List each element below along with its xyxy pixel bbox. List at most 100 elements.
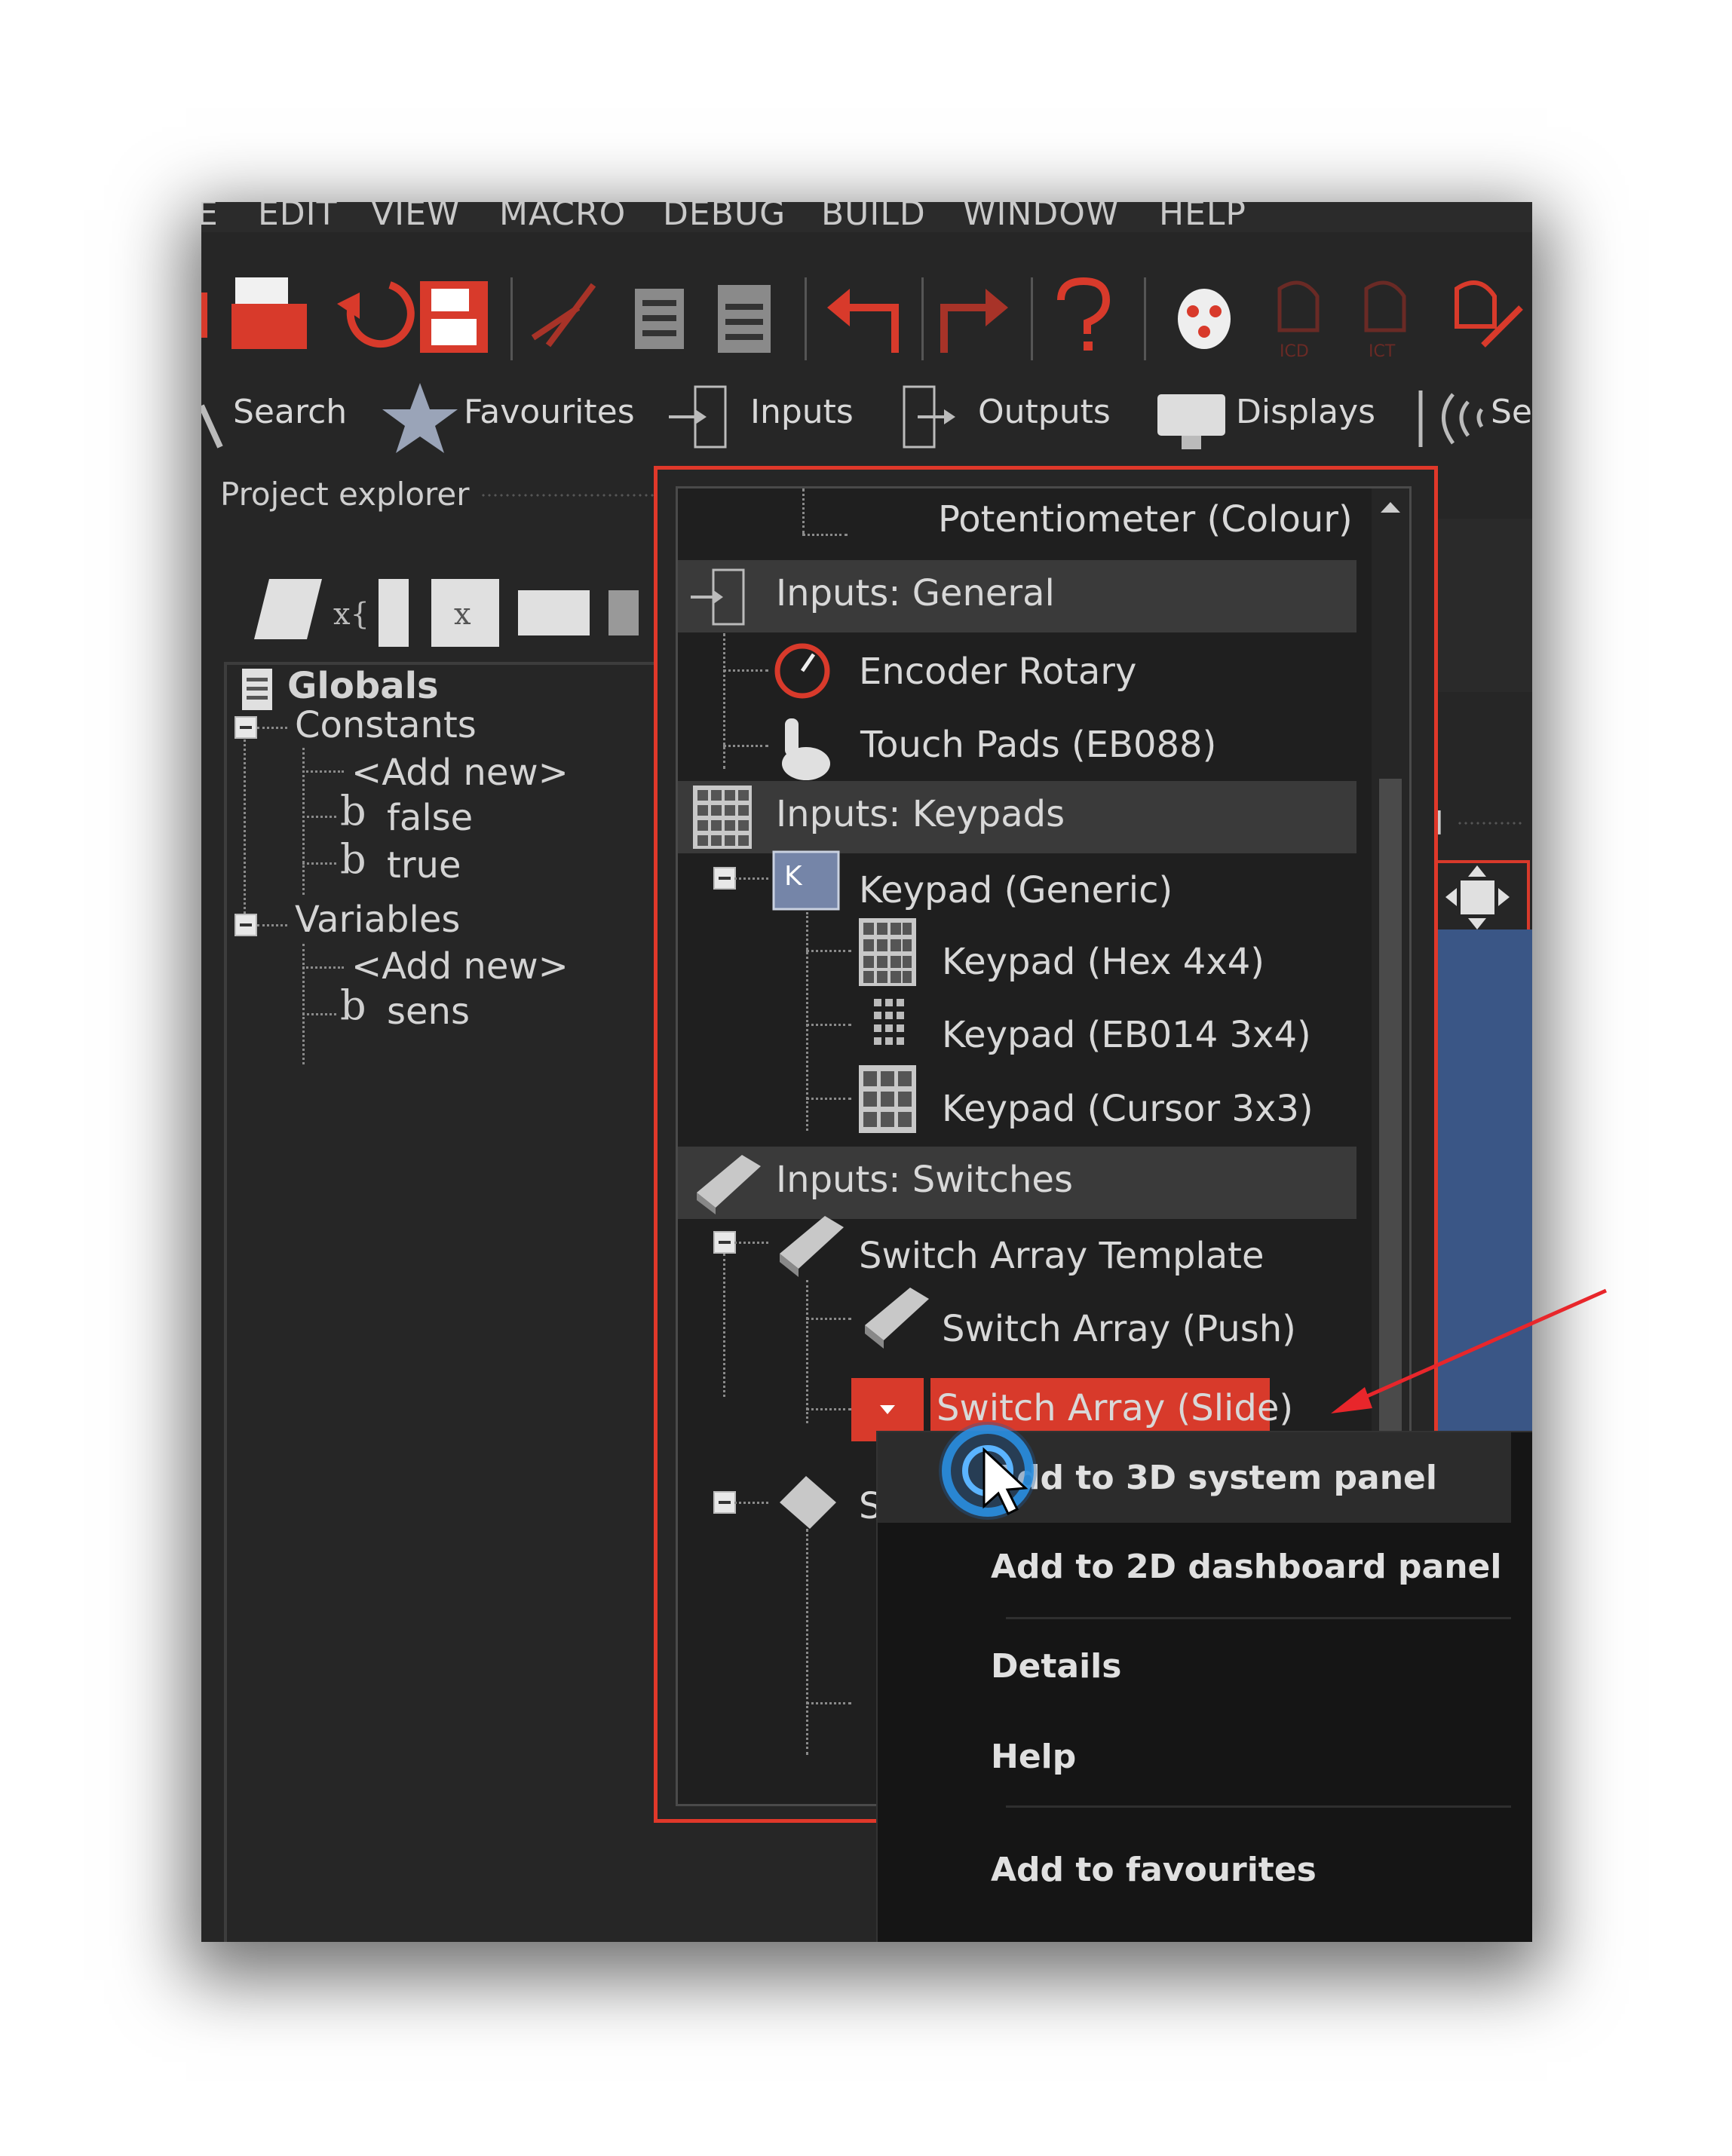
keypad-generic-icon: K [772,850,840,911]
item-touch-pads[interactable]: Touch Pads (EB088) [860,724,1216,766]
menu-bar: E EDIT VIEW MACRO DEBUG BUILD WINDOW HEL… [201,202,1532,233]
project-explorer-toolbar: x{ x [254,579,639,647]
scroll-up-icon[interactable] [1372,488,1409,526]
tab-outputs[interactable]: Outputs [978,393,1111,431]
menu-window[interactable]: WINDOW [963,202,1119,233]
bug-icon[interactable] [1178,289,1231,349]
tree-variables-add-new[interactable]: <Add new> [351,945,569,988]
tab-search[interactable]: Search [233,393,347,431]
category-inputs-switches[interactable]: Inputs: Switches [678,1147,1356,1219]
favourites-star-icon[interactable] [382,383,458,453]
displays-icon[interactable] [1157,394,1225,449]
item-keypad-hex[interactable]: Keypad (Hex 4x4) [942,941,1265,983]
component-icon[interactable] [518,590,590,635]
keypad-generic-collapse-button[interactable] [713,867,736,890]
tab-inputs[interactable]: Inputs [750,393,854,431]
switch-template-collapse-button[interactable] [713,1231,736,1254]
context-item-label: Add to favourites [991,1851,1317,1889]
category-label: Inputs: General [776,572,1055,614]
context-item-label: Details [991,1647,1122,1686]
svg-text:x{: x{ [333,597,369,632]
paste-icon[interactable] [718,285,771,353]
context-item-details[interactable]: Details [878,1632,1511,1707]
constants-collapse-button[interactable] [235,716,257,739]
context-item-help[interactable]: Help [878,1723,1511,1798]
tab-displays[interactable]: Displays [1236,393,1375,431]
menu-debug[interactable]: DEBUG [663,202,786,233]
move-view-button[interactable] [1430,858,1532,941]
flowchart-icon[interactable] [254,579,322,639]
search-icon[interactable] [201,404,223,449]
click-indicator [939,1422,1037,1520]
refresh-icon[interactable] [337,281,415,348]
encoder-rotary-icon [774,643,830,699]
svg-text:ICT: ICT [1369,342,1396,361]
tree-const-true[interactable]: true [387,844,461,887]
item-keypad-generic[interactable]: Keypad (Generic) [859,869,1173,911]
scroll-thumb[interactable] [1379,779,1402,1442]
menu-help[interactable]: HELP [1159,202,1246,233]
category-inputs-general[interactable]: Inputs: General [678,560,1356,632]
inputs-category-icon [691,568,745,626]
switch-push-icon [865,1288,929,1349]
tab-favourites[interactable]: Favourites [464,393,635,431]
print-icon[interactable] [231,277,307,349]
item-potentiometer-colour[interactable]: Potentiometer (Colour) [938,498,1353,541]
variables-icon[interactable]: x{ [333,579,409,647]
tree-const-false[interactable]: false [387,797,473,839]
help-icon[interactable] [1057,277,1111,351]
menu-edit[interactable]: EDIT [258,202,338,233]
menu-file[interactable]: E [201,202,219,233]
globals-icon [242,669,272,710]
next-group-collapse-button[interactable] [713,1491,736,1514]
icd-icon[interactable]: ICD [1277,280,1320,361]
keypads-category-icon [693,786,752,849]
context-separator [1006,1617,1511,1619]
context-item-add-favourites[interactable]: Add to favourites [878,1836,1511,1911]
inputs-icon[interactable] [669,385,727,449]
switch-template-icon [780,1216,844,1277]
side-panel [1430,519,1532,692]
menu-macro[interactable]: MACRO [499,202,626,233]
item-switch-array-push[interactable]: Switch Array (Push) [942,1308,1296,1350]
menu-build[interactable]: BUILD [821,202,926,233]
save-icon[interactable] [420,281,488,353]
panel-grip[interactable] [1457,820,1525,826]
tree-var-sens[interactable]: sens [387,991,470,1033]
item-keypad-cursor[interactable]: Keypad (Cursor 3x3) [942,1088,1314,1130]
switches-category-icon [697,1155,761,1214]
bool-type-icon: b [340,787,366,835]
menu-view[interactable]: VIEW [371,202,460,233]
item-keypad-eb014[interactable]: Keypad (EB014 3x4) [942,1014,1311,1056]
variables-collapse-button[interactable] [235,914,257,936]
copy-icon[interactable] [635,289,684,349]
outputs-icon[interactable] [903,385,955,449]
context-item-label: Add to 2D dashboard panel [991,1548,1502,1586]
cut-icon[interactable] [531,283,596,348]
keypad-hex-icon [859,918,916,986]
chip-config-icon[interactable] [1455,280,1523,348]
undo-icon[interactable] [827,289,899,353]
item-encoder-rotary[interactable]: Encoder Rotary [859,651,1136,693]
tree-globals[interactable]: Globals [287,665,439,707]
svg-text:K: K [784,861,803,892]
project-tree: Globals Constants <Add new> b false b tr… [224,662,672,1942]
ict-icon[interactable]: ICT [1364,280,1406,361]
context-item-label: Help [991,1738,1077,1776]
redo-icon[interactable] [940,289,1008,353]
comms-icon[interactable] [1418,390,1484,447]
tree-constants-add-new[interactable]: <Add new> [351,752,569,794]
calculation-icon[interactable]: x [431,579,499,647]
touch-pads-icon [782,718,830,780]
tree-variables[interactable]: Variables [295,899,460,941]
keypad-eb014-icon [874,999,904,1045]
category-label: Inputs: Switches [776,1159,1073,1201]
tab-comms[interactable]: Se [1491,393,1532,431]
item-switch-array-template[interactable]: Switch Array Template [859,1235,1265,1277]
tree-constants[interactable]: Constants [295,704,477,746]
project-explorer-title: Project explorer [220,476,470,513]
category-label: Inputs: Keypads [776,793,1065,835]
category-inputs-keypads[interactable]: Inputs: Keypads [678,781,1356,853]
more-icon[interactable] [608,590,639,635]
context-separator [1006,1805,1511,1808]
